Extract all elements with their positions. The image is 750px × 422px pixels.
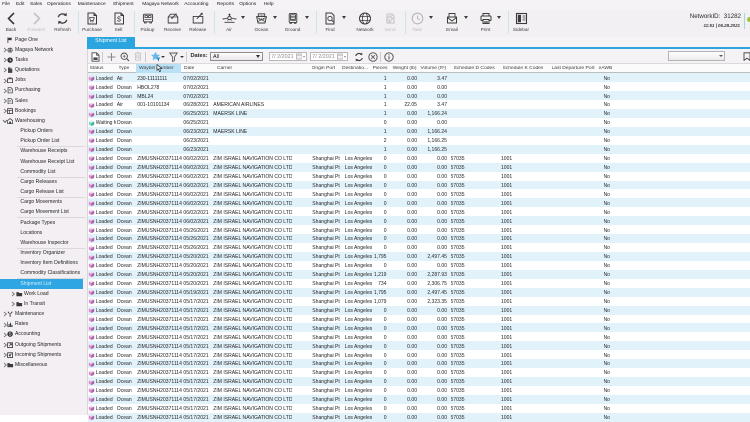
svg-text:S: S [9,332,12,337]
svg-text:$: $ [117,16,121,23]
